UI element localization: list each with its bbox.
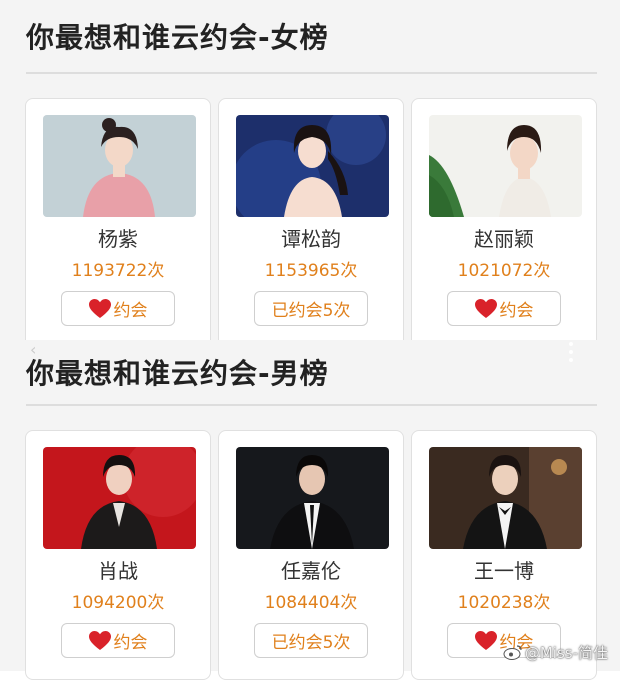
heart-icon <box>474 298 497 319</box>
celebrity-photo[interactable] <box>236 115 389 217</box>
date-count: 1193722次 <box>71 261 165 281</box>
celebrity-name: 任嘉伦 <box>281 559 341 583</box>
divider <box>26 404 597 406</box>
celebrity-photo[interactable] <box>429 115 582 217</box>
date-button[interactable]: 约会 <box>447 291 561 326</box>
more-options-icon[interactable] <box>568 340 574 364</box>
celebrity-card[interactable]: 赵丽颖 1021072次 约会 <box>411 98 597 348</box>
male-ranking-section: ‹ 你最想和谁云约会-男榜 肖战 1094200次 约会 任嘉伦 1084404… <box>0 340 620 680</box>
date-count: 1094200次 <box>71 593 165 613</box>
celebrity-name: 杨紫 <box>98 227 138 251</box>
celebrity-photo[interactable] <box>43 447 196 549</box>
date-button-label: 已约会5次 <box>271 633 351 653</box>
heart-icon <box>88 630 111 651</box>
date-count: 1021072次 <box>457 261 551 281</box>
heart-icon <box>88 298 111 319</box>
date-count: 1020238次 <box>457 593 551 613</box>
female-ranking-section: 你最想和谁云约会-女榜 杨紫 1193722次 约会 谭松韵 1153965次 … <box>0 0 620 348</box>
date-count: 1084404次 <box>264 593 358 613</box>
weibo-icon <box>503 644 523 660</box>
celebrity-card[interactable]: 任嘉伦 1084404次 已约会5次 <box>218 430 404 680</box>
date-button-label: 约会 <box>113 301 148 321</box>
celebrity-card[interactable]: 肖战 1094200次 约会 <box>25 430 211 680</box>
celebrity-name: 赵丽颖 <box>474 227 534 251</box>
date-button[interactable]: 已约会5次 <box>254 623 368 658</box>
date-button-label: 约会 <box>499 301 534 321</box>
watermark: @Miss-简佳 <box>503 642 608 663</box>
date-button[interactable]: 约会 <box>61 291 175 326</box>
date-button-label: 已约会5次 <box>271 301 351 321</box>
celebrity-photo[interactable] <box>236 447 389 549</box>
date-count: 1153965次 <box>264 261 358 281</box>
heart-icon <box>474 630 497 651</box>
section-title: 你最想和谁云约会-女榜 <box>26 21 329 54</box>
celebrity-name: 肖战 <box>98 559 138 583</box>
celebrity-name: 谭松韵 <box>281 227 341 251</box>
watermark-text: @Miss-简佳 <box>524 644 608 662</box>
celebrity-name: 王一博 <box>474 559 534 583</box>
celebrity-photo[interactable] <box>43 115 196 217</box>
celebrity-photo[interactable] <box>429 447 582 549</box>
date-button[interactable]: 约会 <box>61 623 175 658</box>
date-button[interactable]: 已约会5次 <box>254 291 368 326</box>
celebrity-card[interactable]: 谭松韵 1153965次 已约会5次 <box>218 98 404 348</box>
section-title: 你最想和谁云约会-男榜 <box>26 357 329 390</box>
celebrity-card[interactable]: 杨紫 1193722次 约会 <box>25 98 211 348</box>
date-button-label: 约会 <box>113 633 148 653</box>
divider <box>26 72 597 74</box>
